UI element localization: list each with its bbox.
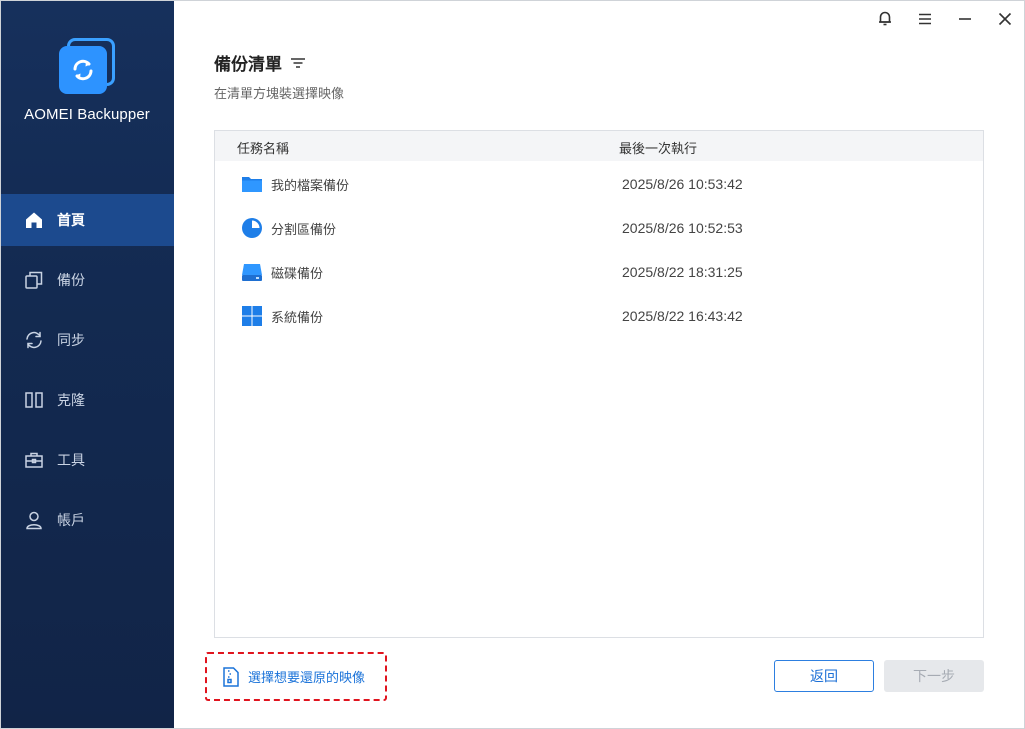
partition-icon	[241, 217, 263, 239]
home-icon	[24, 210, 44, 230]
last-run-time: 2025/8/26 10:53:42	[622, 176, 743, 192]
table-row[interactable]: 我的檔案備份 2025/8/26 10:53:42	[215, 161, 983, 205]
folder-icon	[241, 173, 263, 195]
last-run-time: 2025/8/22 18:31:25	[622, 264, 743, 280]
disk-icon	[241, 261, 263, 283]
minimize-button[interactable]	[945, 0, 985, 40]
list-header: 任務名稱 最後一次執行	[215, 131, 983, 161]
task-name: 系統備份	[271, 310, 324, 326]
app-name: AOMEI Backupper	[24, 106, 150, 123]
sidebar-item-label: 帳戶	[57, 513, 85, 529]
page-title: 備份清單	[214, 55, 282, 75]
sidebar-nav: 首頁 備份 同步 克隆 工具 帳戶	[0, 194, 174, 554]
sidebar-item-sync[interactable]: 同步	[0, 314, 174, 366]
column-header-task-name[interactable]: 任務名稱	[237, 138, 289, 157]
close-icon	[998, 11, 1012, 30]
close-button[interactable]	[985, 0, 1025, 40]
sidebar-item-account[interactable]: 帳戶	[0, 494, 174, 546]
select-image-link[interactable]: 選擇想要還原的映像	[205, 652, 387, 701]
column-header-last-run[interactable]: 最後一次執行	[619, 138, 697, 157]
backup-icon	[24, 270, 44, 290]
sidebar-item-backup[interactable]: 備份	[0, 254, 174, 306]
sidebar-item-label: 同步	[57, 333, 85, 349]
minimize-icon	[958, 11, 972, 30]
filter-icon[interactable]	[290, 56, 306, 70]
page-subtitle: 在清單方塊裝選擇映像	[214, 87, 345, 102]
image-file-icon	[223, 666, 239, 687]
next-button[interactable]: 下一步	[884, 660, 984, 692]
user-icon	[24, 510, 44, 530]
sidebar-item-tools[interactable]: 工具	[0, 434, 174, 486]
sidebar: AOMEI Backupper 首頁 備份 同步 克隆 工具 帳戶	[0, 0, 174, 729]
table-row[interactable]: 分割區備份 2025/8/26 10:52:53	[215, 205, 983, 249]
select-image-label: 選擇想要還原的映像	[248, 671, 366, 686]
window-controls	[865, 0, 1025, 40]
page-title-wrap: 備份清單	[214, 50, 306, 75]
sidebar-item-label: 備份	[57, 273, 85, 289]
sidebar-item-label: 工具	[57, 453, 85, 469]
last-run-time: 2025/8/22 16:43:42	[622, 308, 743, 324]
toolbox-icon	[24, 450, 44, 470]
aomei-logo-icon	[58, 38, 116, 94]
windows-icon	[241, 305, 263, 327]
bell-icon	[877, 10, 893, 30]
sidebar-item-home[interactable]: 首頁	[0, 194, 174, 246]
app-logo: AOMEI Backupper	[0, 38, 174, 123]
sidebar-item-clone[interactable]: 克隆	[0, 374, 174, 426]
table-row[interactable]: 系統備份 2025/8/22 16:43:42	[215, 293, 983, 337]
task-name: 我的檔案備份	[271, 178, 350, 194]
table-row[interactable]: 磁碟備份 2025/8/22 18:31:25	[215, 249, 983, 293]
task-name: 分割區備份	[271, 222, 337, 238]
sidebar-item-label: 克隆	[57, 393, 85, 409]
task-name: 磁碟備份	[271, 266, 324, 282]
clone-icon	[24, 390, 44, 410]
notifications-button[interactable]	[865, 0, 905, 40]
sidebar-item-label: 首頁	[57, 213, 85, 229]
menu-button[interactable]	[905, 0, 945, 40]
last-run-time: 2025/8/26 10:52:53	[622, 220, 743, 236]
back-button[interactable]: 返回	[774, 660, 874, 692]
backup-list: 任務名稱 最後一次執行 我的檔案備份 2025/8/26 10:53:42 分割…	[214, 130, 984, 638]
menu-icon	[918, 11, 932, 30]
sync-icon	[24, 330, 44, 350]
